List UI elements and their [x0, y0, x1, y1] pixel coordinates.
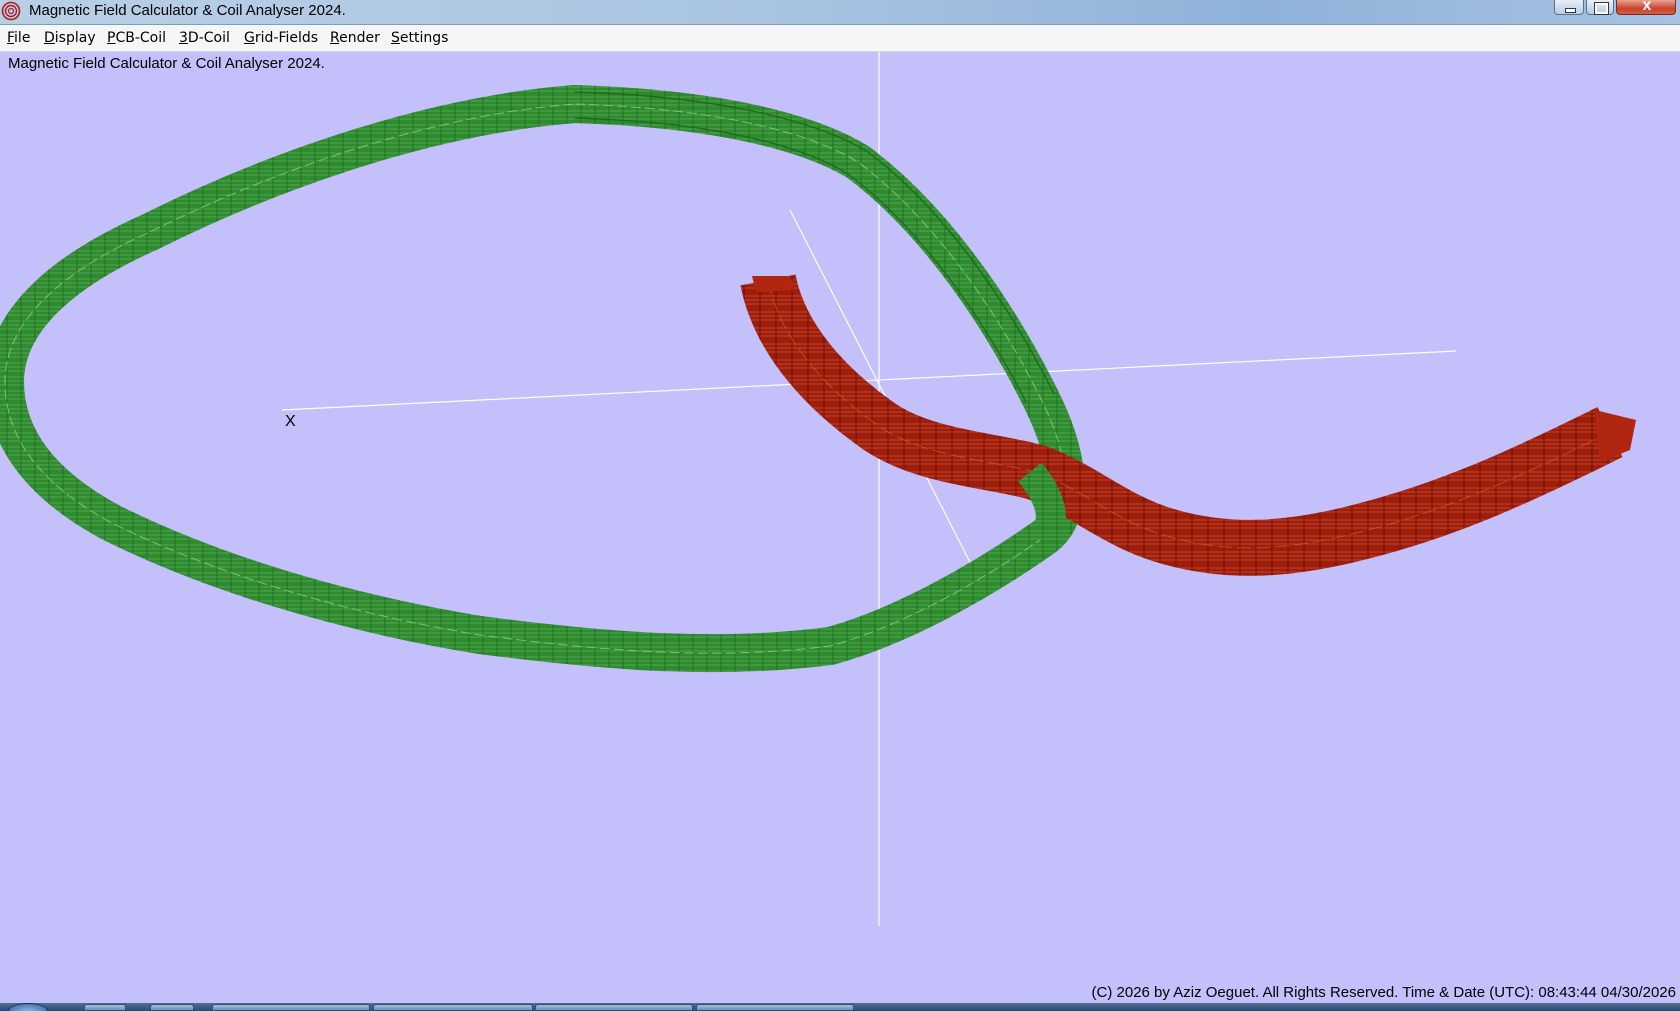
taskbar-window-1[interactable]	[212, 1004, 370, 1011]
taskbar	[0, 1003, 1680, 1011]
green-coil	[0, 85, 1085, 673]
taskbar-pinned-1[interactable]	[84, 1004, 126, 1011]
app-window: Magnetic Field Calculator & Coil Analyse…	[0, 0, 1680, 1011]
menu-file[interactable]: File	[7, 30, 30, 46]
menu-bar: File Display PCB-Coil 3D-Coil Grid-Field…	[0, 25, 1680, 52]
minimize-button[interactable]	[1554, 0, 1584, 15]
red-coil	[740, 273, 1636, 576]
maximize-button[interactable]	[1586, 0, 1614, 15]
start-orb-icon[interactable]	[8, 1003, 48, 1011]
copyright-status: (C) 2026 by Aziz Oeguet. All Rights Rese…	[1091, 984, 1676, 1001]
taskbar-pinned-2[interactable]	[150, 1004, 194, 1011]
menu-grid-fields[interactable]: Grid-Fields	[244, 30, 318, 46]
render-viewport[interactable]: X Magnetic Field Calculator & Coil Analy…	[0, 52, 1680, 1011]
menu-render[interactable]: Render	[330, 30, 380, 46]
window-title: Magnetic Field Calculator & Coil Analyse…	[29, 2, 346, 19]
taskbar-window-2[interactable]	[373, 1004, 533, 1011]
green-coil-overlap	[1018, 462, 1066, 552]
title-bar[interactable]: Magnetic Field Calculator & Coil Analyse…	[0, 0, 1680, 25]
menu-pcb-coil[interactable]: PCB-Coil	[107, 30, 166, 46]
coil-scene[interactable]: X	[0, 52, 1680, 1011]
close-icon: x	[1642, 0, 1652, 14]
menu-display[interactable]: Display	[44, 30, 96, 46]
close-button[interactable]: x	[1616, 0, 1676, 15]
menu-settings[interactable]: Settings	[391, 30, 448, 46]
viewport-title: Magnetic Field Calculator & Coil Analyse…	[8, 55, 325, 72]
menu-3d-coil[interactable]: 3D-Coil	[179, 30, 230, 46]
taskbar-window-3[interactable]	[535, 1004, 693, 1011]
app-coil-icon[interactable]	[1, 1, 21, 21]
axis-label-x: X	[285, 413, 296, 430]
taskbar-window-4[interactable]	[696, 1004, 854, 1011]
